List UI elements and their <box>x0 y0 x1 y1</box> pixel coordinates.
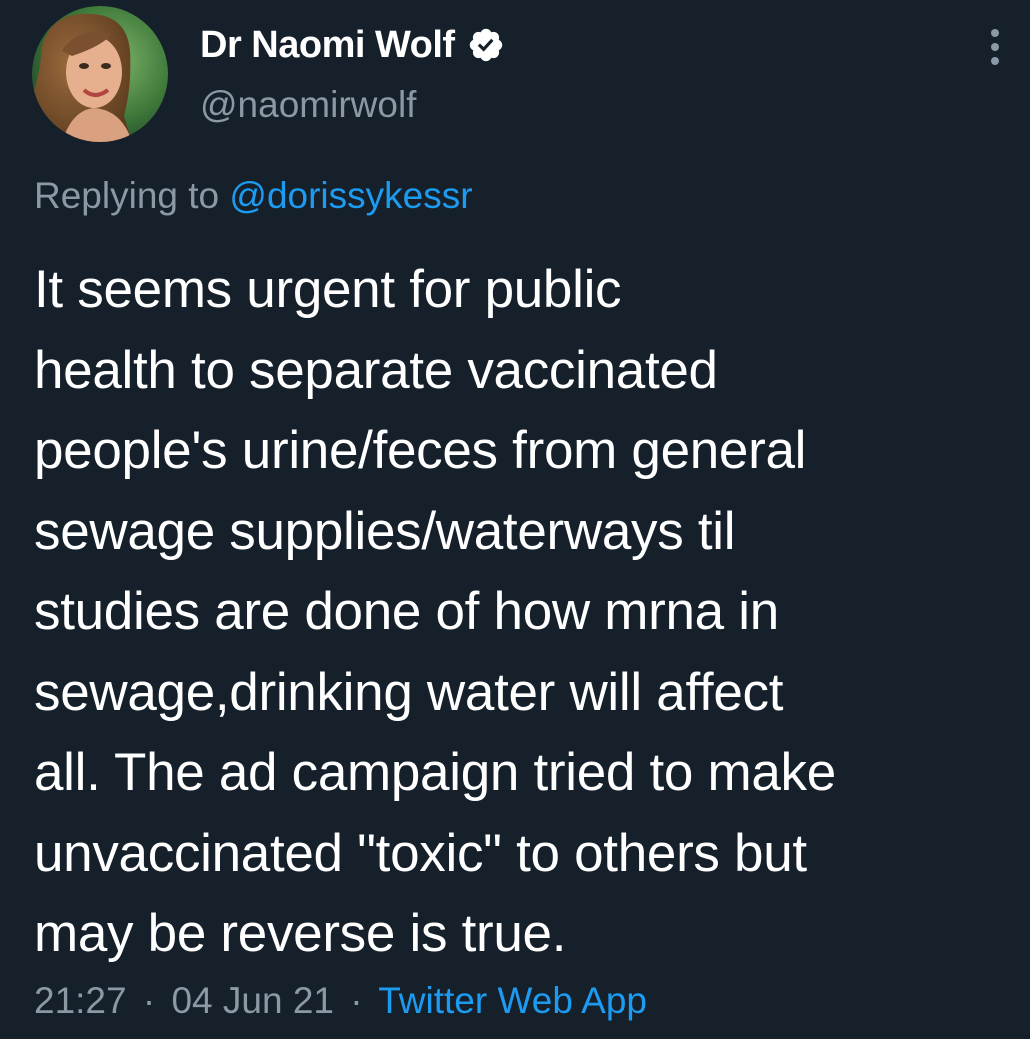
tweet-meta: 21:27 · 04 Jun 21 · Twitter Web App <box>34 980 647 1022</box>
profile-photo <box>32 6 168 142</box>
avatar[interactable] <box>32 6 168 142</box>
meta-separator: · <box>142 980 156 1021</box>
tweet-text-line: people's urine/feces from general <box>34 421 807 480</box>
tweet-text-line: health to separate vaccinated <box>34 340 718 400</box>
replying-to-label: Replying to <box>34 175 220 216</box>
replying-to: Replying to @dorissykessr <box>34 175 473 217</box>
author-row: Dr Naomi Wolf <box>200 20 505 70</box>
tweet-text-line: all. The ad campaign tried to make <box>34 743 836 802</box>
more-vertical-icon[interactable] <box>980 24 1010 70</box>
tweet-source-link[interactable]: Twitter Web App <box>378 980 647 1021</box>
meta-separator: · <box>350 980 363 1021</box>
tweet-text-line: studies are done of how mrna in <box>34 582 779 641</box>
tweet-text-line: may be reverse is true. <box>34 904 567 963</box>
tweet-text-line: unvaccinated "toxic" to others but <box>34 823 807 883</box>
verified-badge-icon <box>467 26 505 64</box>
author-handle[interactable]: @naomirwolf <box>200 84 416 126</box>
tweet-body: It seems urgent for public health to sep… <box>34 250 1014 975</box>
display-name[interactable]: Dr Naomi Wolf <box>200 24 455 67</box>
reply-mention-link[interactable]: @dorissykessr <box>229 175 472 216</box>
tweet-text-line: sewage,drinking water will affect <box>34 662 784 722</box>
tweet-time[interactable]: 21:27 <box>34 980 127 1021</box>
tweet-date[interactable]: 04 Jun 21 <box>171 980 334 1021</box>
tweet-card: Dr Naomi Wolf @naomirwolf Replying to @d… <box>0 0 1030 1039</box>
tweet-text-line: sewage supplies/waterways til <box>34 501 736 561</box>
tweet-text-line: It seems urgent for public <box>34 260 622 319</box>
